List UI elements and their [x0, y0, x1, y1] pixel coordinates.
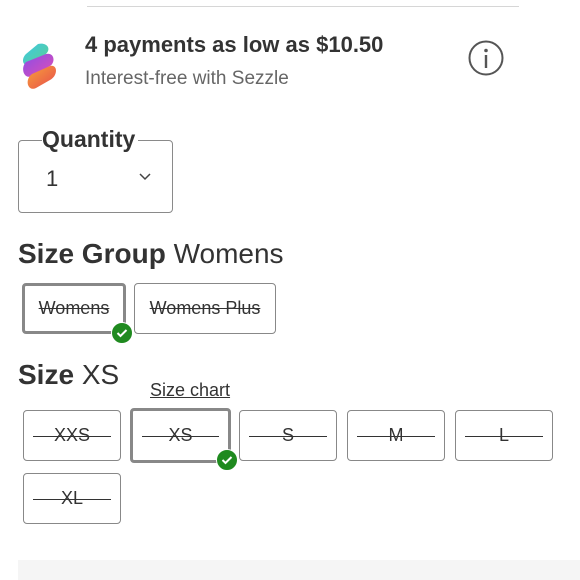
size-selected: XS	[82, 359, 119, 390]
size-option-xl[interactable]: XL	[23, 473, 121, 524]
size-option-xxs[interactable]: XXS	[23, 410, 121, 461]
top-divider	[87, 6, 519, 7]
bottom-panel	[18, 560, 580, 580]
size-group-heading: Size Group Womens	[18, 238, 284, 270]
chevron-down-icon	[138, 171, 152, 181]
selected-check-icon	[111, 322, 133, 344]
quantity-value: 1	[46, 166, 58, 192]
size-option-label: S	[282, 425, 294, 446]
payment-subtitle: Interest-free with Sezzle	[85, 68, 289, 90]
sezzle-logo-icon	[16, 40, 60, 92]
size-group-option-womens-plus[interactable]: Womens Plus	[134, 283, 276, 334]
size-option-xs[interactable]: XS	[130, 408, 231, 463]
size-group-option-label: Womens	[39, 298, 110, 319]
selected-check-icon	[216, 449, 238, 471]
size-group-option-label: Womens Plus	[150, 298, 261, 319]
size-group-label: Size Group	[18, 238, 166, 269]
size-option-label: L	[499, 425, 509, 446]
size-chart-link[interactable]: Size chart	[150, 380, 230, 401]
size-option-s[interactable]: S	[239, 410, 337, 461]
size-option-label: XL	[61, 488, 83, 509]
payment-title: 4 payments as low as $10.50	[85, 32, 383, 58]
size-group-selected: Womens	[174, 238, 284, 269]
size-option-label: XS	[168, 425, 192, 446]
size-group-option-womens[interactable]: Womens	[22, 283, 126, 334]
info-icon[interactable]	[467, 39, 505, 77]
size-option-label: XXS	[54, 425, 90, 446]
size-option-l[interactable]: L	[455, 410, 553, 461]
size-heading: Size XS	[18, 359, 119, 391]
size-label: Size	[18, 359, 74, 390]
size-option-label: M	[389, 425, 404, 446]
quantity-label: Quantity	[42, 125, 138, 153]
size-option-m[interactable]: M	[347, 410, 445, 461]
